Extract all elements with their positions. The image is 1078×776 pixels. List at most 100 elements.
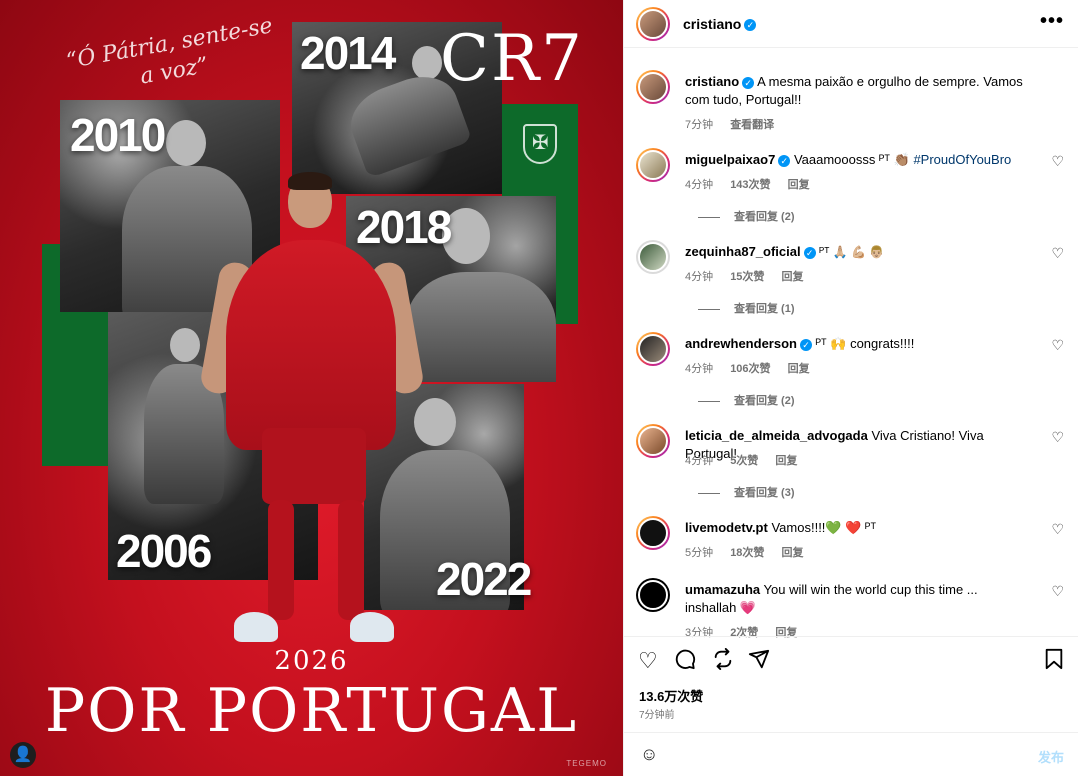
comment-like-heart-icon[interactable]: ♡ bbox=[1051, 583, 1064, 600]
comment-input[interactable] bbox=[668, 744, 1008, 766]
comment-likes[interactable]: 106次赞 bbox=[730, 363, 770, 375]
comment-like-heart-icon[interactable]: ♡ bbox=[1051, 521, 1064, 538]
verified-badge-icon: ✓ bbox=[803, 246, 816, 259]
view-replies-link[interactable]: 查看回复 (2) bbox=[698, 392, 795, 408]
hero-left-leg bbox=[268, 500, 294, 620]
hero-left-boot bbox=[234, 612, 278, 642]
view-replies-text[interactable]: 查看回复 (2) bbox=[734, 211, 795, 223]
comment-likes[interactable]: 143次赞 bbox=[730, 179, 770, 191]
comment-username[interactable]: leticia_de_almeida_advogada bbox=[685, 428, 868, 443]
view-replies-text[interactable]: 查看回复 (2) bbox=[734, 395, 795, 407]
cr7-logo: CR7 bbox=[440, 22, 584, 96]
post-panel: cristiano ✓ ••• cristiano ✓ A mesma paixão… bbox=[623, 0, 1078, 776]
bottom-divider bbox=[624, 732, 1078, 733]
comment-like-heart-icon[interactable]: ♡ bbox=[1051, 153, 1064, 170]
verified-badge-icon: ✓ bbox=[744, 19, 757, 32]
comment-meta: 4分钟 106次赞 回复 bbox=[685, 360, 824, 376]
view-replies-text[interactable]: 查看回复 (3) bbox=[734, 487, 795, 499]
post-image[interactable]: “Ó Pátria, sente-se a voz” 2010 2014 201… bbox=[0, 0, 623, 776]
comment-body: miguelpaixao7 ✓ Vaaamooosss ᴾᵀ 👏🏽 #ProudO… bbox=[685, 151, 1015, 169]
comment-likes[interactable]: 2次赞 bbox=[730, 627, 758, 639]
year-2018: 2018 bbox=[356, 201, 452, 253]
verified-badge-icon: ✓ bbox=[799, 338, 812, 351]
comment-body: zequinha87_oficial ✓ ᴾᵀ 🙏🏼 💪🏼 👨🏼 bbox=[685, 243, 1033, 261]
emoji-icon[interactable]: ☺ bbox=[640, 744, 658, 765]
header-username-text[interactable]: cristiano bbox=[683, 16, 741, 32]
verified-badge-icon: ✓ bbox=[742, 76, 755, 89]
view-replies-link[interactable]: 查看回复 (2) bbox=[698, 208, 795, 224]
comment-likes[interactable]: 18次赞 bbox=[730, 547, 764, 559]
reply-button[interactable]: 回复 bbox=[788, 363, 810, 375]
reply-button[interactable]: 回复 bbox=[782, 547, 804, 559]
comment-username[interactable]: andrewhenderson bbox=[685, 336, 797, 351]
caption-meta: 7分钟 查看翻译 bbox=[685, 116, 788, 132]
comment-likes[interactable]: 15次赞 bbox=[730, 271, 764, 283]
comment-body: livemodetv.pt Vamos!!!!💚 ❤️ ᴾᵀ bbox=[685, 519, 1033, 537]
comment-meta: 4分钟 15次赞 回复 bbox=[685, 268, 818, 284]
header-username[interactable]: cristiano ✓ bbox=[683, 16, 757, 32]
reply-button[interactable]: 回复 bbox=[782, 271, 804, 283]
post-comment-button[interactable]: 发布 bbox=[1038, 747, 1064, 766]
year-2022: 2022 bbox=[436, 553, 532, 605]
view-replies-text[interactable]: 查看回复 (1) bbox=[734, 303, 795, 315]
comment-time: 5分钟 bbox=[685, 547, 714, 559]
comment-time: 4分钟 bbox=[685, 271, 714, 283]
comment-time: 4分钟 bbox=[685, 455, 714, 467]
hero-right-boot bbox=[350, 612, 394, 642]
view-replies-link[interactable]: 查看回复 (3) bbox=[698, 484, 795, 500]
caption-body: cristiano ✓ A mesma paixão e orgulho de s… bbox=[685, 73, 1033, 109]
comment-hashtag[interactable]: #ProudOfYouBro bbox=[913, 152, 1011, 167]
view-replies-link[interactable]: 查看回复 (1) bbox=[698, 300, 795, 316]
heart-icon[interactable]: ♡ bbox=[638, 648, 658, 674]
comment-avatar[interactable] bbox=[636, 148, 670, 182]
verified-badge-icon: ✓ bbox=[778, 154, 791, 167]
comment-body: andrewhenderson ✓ ᴾᵀ 🙌 congrats!!!! bbox=[685, 335, 1033, 353]
comment-username[interactable]: livemodetv.pt bbox=[685, 520, 768, 535]
comment-avatar[interactable] bbox=[636, 424, 670, 458]
year-2014: 2014 bbox=[300, 27, 396, 79]
image-watermark: TEGEMO bbox=[566, 759, 607, 768]
comment-username[interactable]: miguelpaixao7 bbox=[685, 152, 775, 167]
send-icon[interactable] bbox=[748, 648, 770, 676]
comment-text: Vaaamooosss ᴾᵀ 👏🏽 bbox=[793, 152, 914, 167]
fpf-crest-icon bbox=[523, 124, 557, 164]
reply-button[interactable]: 回复 bbox=[775, 627, 797, 639]
comment-meta: 5分钟 18次赞 回复 bbox=[685, 544, 818, 560]
likes-count[interactable]: 13.6万次赞 bbox=[639, 686, 703, 705]
share-icon[interactable] bbox=[712, 648, 734, 676]
comment-like-heart-icon[interactable]: ♡ bbox=[1051, 245, 1064, 262]
caption-username[interactable]: cristiano bbox=[685, 74, 739, 89]
reply-button[interactable]: 回复 bbox=[788, 179, 810, 191]
see-translation-link[interactable]: 查看翻译 bbox=[730, 119, 774, 131]
comment-time: 4分钟 bbox=[685, 363, 714, 375]
comment-likes[interactable]: 5次赞 bbox=[730, 455, 758, 467]
motto-text: “Ó Pátria, sente-se a voz” bbox=[64, 13, 275, 90]
hero-right-leg bbox=[338, 500, 364, 620]
bookmark-icon[interactable] bbox=[1044, 648, 1064, 676]
comment-like-heart-icon[interactable]: ♡ bbox=[1051, 337, 1064, 354]
comment-avatar[interactable] bbox=[636, 332, 670, 366]
hero-hair bbox=[288, 172, 332, 190]
comment-icon[interactable] bbox=[674, 648, 696, 676]
year-2026-text: 2026 bbox=[274, 646, 349, 676]
comment-avatar[interactable] bbox=[636, 578, 670, 612]
comment-meta: 4分钟 5次赞 回复 bbox=[685, 452, 811, 468]
comment-avatar[interactable] bbox=[636, 240, 670, 274]
comment-avatar[interactable] bbox=[636, 516, 670, 550]
comment-text: Vamos!!!!💚 ❤️ ᴾᵀ bbox=[771, 520, 877, 535]
comment-username[interactable]: umamazuha bbox=[685, 582, 760, 597]
year-2010: 2010 bbox=[70, 109, 166, 161]
comment-like-heart-icon[interactable]: ♡ bbox=[1051, 429, 1064, 446]
comment-username[interactable]: zequinha87_oficial bbox=[685, 244, 801, 259]
por-portugal-title: POR PORTUGAL bbox=[44, 676, 579, 746]
comment-text: ᴾᵀ 🙌 congrats!!!! bbox=[815, 336, 915, 351]
comment-text: ᴾᵀ 🙏🏼 💪🏼 👨🏼 bbox=[819, 245, 885, 259]
reply-button[interactable]: 回复 bbox=[775, 455, 797, 467]
comment-time: 4分钟 bbox=[685, 179, 714, 191]
more-options-icon[interactable]: ••• bbox=[1040, 10, 1064, 33]
actions-divider bbox=[624, 636, 1078, 637]
tagged-user-icon[interactable]: 👤 bbox=[10, 742, 36, 768]
caption-avatar[interactable] bbox=[636, 70, 670, 104]
hero-jersey bbox=[226, 240, 396, 450]
header-avatar[interactable] bbox=[636, 7, 670, 41]
